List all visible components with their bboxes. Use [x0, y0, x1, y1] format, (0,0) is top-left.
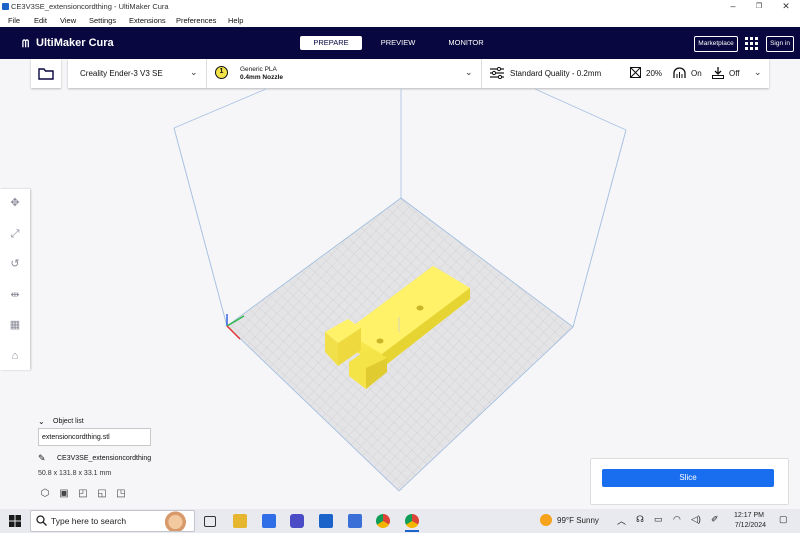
divider — [481, 59, 482, 88]
app-icon[interactable] — [348, 514, 362, 528]
adhesion-value[interactable]: Off — [729, 69, 740, 78]
weather-label[interactable]: 99°F Sunny — [557, 516, 599, 525]
menu-help[interactable]: Help — [228, 16, 243, 25]
ultimaker-logo-icon: ᗰ — [22, 39, 30, 50]
view-top-icon[interactable]: ◰ — [77, 488, 89, 500]
menu-view[interactable]: View — [60, 16, 76, 25]
file-explorer-icon[interactable] — [233, 514, 247, 528]
slice-button[interactable]: Slice — [602, 469, 774, 487]
window-title: CE3V3SE_extensioncordthing - UltiMaker C… — [11, 2, 169, 11]
search-highlight-image — [155, 511, 189, 531]
windows-start-icon[interactable] — [9, 515, 21, 527]
chevron-down-icon[interactable]: ⌄ — [465, 67, 473, 78]
minimize-button[interactable]: – — [720, 0, 746, 14]
task-view-icon[interactable] — [204, 516, 216, 527]
support-value[interactable]: On — [691, 69, 702, 78]
view-left-icon[interactable]: ◱ — [96, 488, 108, 500]
chevron-down-icon[interactable]: ⌄ — [754, 67, 762, 78]
menu-file[interactable]: File — [8, 16, 20, 25]
title-bar: CE3V3SE_extensioncordthing - UltiMaker C… — [0, 0, 800, 14]
wifi-icon[interactable]: ◠ — [673, 514, 681, 525]
view-right-icon[interactable]: ◳ — [115, 488, 127, 500]
marketplace-button[interactable]: Marketplace — [694, 36, 738, 52]
menu-preferences[interactable]: Preferences — [176, 16, 216, 25]
menu-edit[interactable]: Edit — [34, 16, 47, 25]
volume-icon[interactable]: ◁) — [691, 514, 701, 525]
per-model-settings-icon[interactable]: ▦ — [8, 319, 22, 331]
tab-monitor[interactable]: MONITOR — [436, 36, 496, 50]
quality-sliders-icon — [490, 67, 504, 79]
object-name: CE3V3SE_extensioncordthing — [57, 455, 152, 462]
extruder-badge-icon: 1 — [215, 66, 228, 79]
mirror-tool-icon[interactable]: ⇹ — [8, 289, 22, 301]
support-blocker-icon[interactable]: ⌂ — [8, 350, 22, 362]
notifications-icon[interactable]: ▢ — [779, 514, 788, 525]
tab-prepare[interactable]: PREPARE — [300, 36, 362, 50]
brand-name: UltiMaker Cura — [36, 37, 114, 49]
move-tool-icon[interactable]: ✥ — [8, 197, 22, 209]
close-button[interactable]: ✕ — [773, 0, 799, 14]
chevron-down-icon[interactable]: ⌄ — [190, 67, 198, 78]
material-label[interactable]: Generic PLA — [240, 66, 277, 73]
adhesion-icon — [712, 67, 724, 79]
chrome-icon[interactable] — [376, 514, 390, 528]
object-list-header[interactable]: Object list — [53, 418, 84, 425]
print-config-bar — [68, 59, 769, 88]
menu-bar: File Edit View Settings Extensions Prefe… — [0, 14, 800, 27]
rotate-tool-icon[interactable]: ↺ — [8, 258, 22, 270]
battery-icon[interactable]: ▭ — [654, 514, 663, 525]
clock-date[interactable]: 7/12/2024 — [730, 522, 766, 529]
microsoft-store-icon[interactable] — [262, 514, 276, 528]
file-name-field[interactable]: extensioncordthing.stl — [38, 428, 151, 446]
weather-sun-icon — [540, 514, 552, 526]
support-icon — [673, 67, 686, 78]
cura-taskbar-icon[interactable] — [319, 514, 333, 528]
cura-app-icon — [2, 3, 9, 10]
tab-preview[interactable]: PREVIEW — [370, 36, 426, 50]
search-icon — [36, 515, 47, 526]
open-file-button[interactable] — [31, 59, 61, 88]
folder-icon — [38, 68, 54, 80]
sign-in-button[interactable]: Sign in — [766, 36, 794, 52]
quality-profile-label[interactable]: Standard Quality - 0.2mm — [510, 69, 601, 78]
headset-icon[interactable]: ☊ — [636, 514, 644, 525]
app-icon[interactable] — [290, 514, 304, 528]
tool-panel — [0, 189, 30, 370]
apps-grid-icon[interactable] — [745, 37, 758, 50]
edit-pencil-icon[interactable]: ✎ — [38, 453, 46, 464]
printer-selector-label[interactable]: Creality Ender-3 V3 SE — [80, 69, 163, 78]
divider — [206, 59, 207, 88]
infill-icon — [630, 67, 641, 78]
chevron-up-icon[interactable]: ︿ — [617, 514, 626, 527]
nozzle-label[interactable]: 0.4mm Nozzle — [240, 74, 283, 81]
pen-icon[interactable]: ✐ — [711, 514, 719, 525]
scale-tool-icon[interactable]: ⤢ — [8, 228, 22, 240]
view-3d-icon[interactable]: ⬡ — [39, 488, 51, 500]
chevron-down-icon[interactable]: ⌄ — [38, 417, 45, 426]
clock-time[interactable]: 12:17 PM — [734, 512, 764, 519]
search-placeholder: Type here to search — [51, 516, 127, 526]
menu-extensions[interactable]: Extensions — [129, 16, 166, 25]
chrome-profile-icon[interactable] — [405, 514, 419, 528]
maximize-button[interactable]: ❐ — [746, 0, 772, 14]
menu-settings[interactable]: Settings — [89, 16, 116, 25]
object-dimensions: 50.8 x 131.8 x 33.1 mm — [38, 470, 112, 477]
infill-value[interactable]: 20% — [646, 69, 662, 78]
view-front-icon[interactable]: ▣ — [58, 488, 70, 500]
active-app-indicator — [405, 530, 419, 532]
